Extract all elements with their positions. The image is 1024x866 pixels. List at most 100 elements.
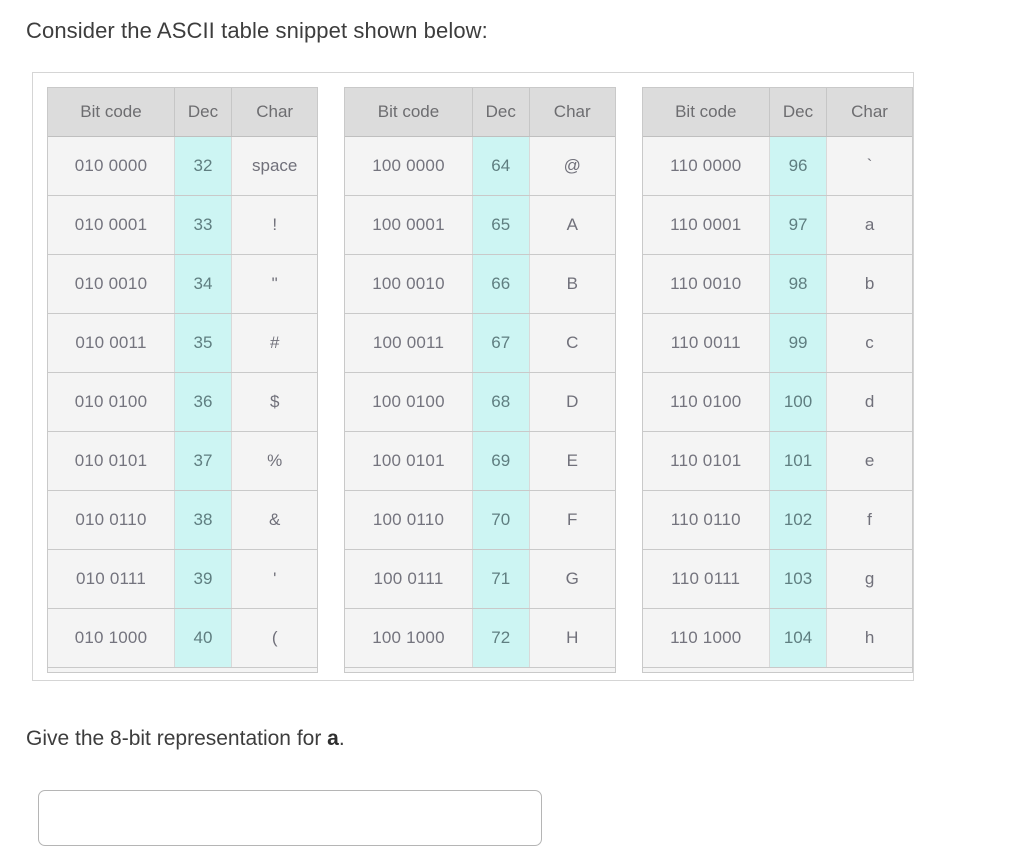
table-row: 110 0011 99 c (642, 313, 912, 373)
cell-bit-code: 110 1000 (642, 608, 770, 668)
prompt-intro-text: Consider the ASCII table snippet shown b… (26, 18, 488, 43)
ascii-table: Bit code Dec Char 100 0000 64 @100 0001 65 A 100… (345, 88, 615, 668)
table-row: 100 0010 66 B (345, 254, 615, 314)
cell-char: space (231, 136, 318, 196)
cell-bit-code: 010 0100 (48, 372, 175, 432)
cell-bit-code: 110 0101 (642, 431, 770, 491)
cell-bit-code: 100 0111 (345, 549, 473, 609)
table-row: 100 0110 70 F (345, 490, 615, 550)
cell-bit-code: 010 0110 (48, 490, 175, 550)
table-header-row: Bit code Dec Char (345, 88, 615, 137)
cell-dec: 72 (472, 608, 530, 668)
cell-dec: 102 (769, 490, 828, 550)
table-row: 100 0000 64 @ (345, 136, 615, 196)
cell-dec: 67 (472, 313, 530, 373)
table-row: 010 0101 37% (48, 431, 318, 491)
cell-char: g (826, 549, 912, 609)
answer-input[interactable] (38, 790, 542, 846)
table-row: 110 0000 96 ` (642, 136, 912, 196)
cell-char: a (826, 195, 912, 255)
table-header-row: Bit code Dec Char (48, 88, 318, 137)
cell-bit-code: 010 0011 (48, 313, 175, 373)
ascii-table: Bit code Dec Char 010 0000 32 space 010 0001 33… (48, 88, 318, 668)
table-row: 110 0101 101 e (642, 431, 912, 491)
cell-char: b (826, 254, 912, 314)
column-header-bit-code: Bit code (345, 88, 473, 137)
table-row: 100 0001 65 A (345, 195, 615, 255)
cell-char: h (826, 608, 912, 668)
cell-dec: 71 (472, 549, 530, 609)
column-header-dec: Dec (472, 88, 530, 137)
table-row: 010 0100 36 $ (48, 372, 318, 432)
cell-dec: 97 (769, 195, 828, 255)
ascii-tables-row: Bit code Dec Char 010 0000 32 space 010 0001 33… (33, 73, 913, 673)
table-row: 110 0001 97 a (642, 195, 912, 255)
cell-dec: 34 (174, 254, 233, 314)
cell-bit-code: 010 0001 (48, 195, 175, 255)
cell-char: B (529, 254, 615, 314)
cell-dec: 66 (472, 254, 530, 314)
table-row: 010 0000 32 space (48, 136, 318, 196)
column-header-bit-code: Bit code (642, 88, 770, 137)
table-row: 100 0100 68 D (345, 372, 615, 432)
cell-char: C (529, 313, 615, 373)
cell-bit-code: 100 0011 (345, 313, 473, 373)
table-row: 010 0001 33! (48, 195, 318, 255)
cell-char: ` (826, 136, 912, 196)
ascii-table-container-1: Bit code Dec Char 010 0000 32 space 010 0001 33… (47, 87, 319, 673)
table-header-row: Bit code Dec Char (642, 88, 912, 137)
table-row: 110 0110 102 f (642, 490, 912, 550)
table-row: 100 0011 67 C (345, 313, 615, 373)
table-row: 010 0110 38 & (48, 490, 318, 550)
question-page: Consider the ASCII table snippet shown b… (0, 0, 1024, 866)
cell-char: H (529, 608, 615, 668)
cell-dec: 37 (174, 431, 233, 491)
cell-bit-code: 010 0101 (48, 431, 175, 491)
table-row: 100 1000 72 H (345, 608, 615, 668)
column-header-dec: Dec (174, 88, 233, 137)
table-row: 010 1000 40( (48, 608, 318, 668)
table-row: 110 1000 104 h (642, 608, 912, 668)
ascii-tables-frame: Bit code Dec Char 010 0000 32 space 010 0001 33… (32, 72, 914, 681)
cell-dec: 69 (472, 431, 530, 491)
cell-dec: 98 (769, 254, 828, 314)
cell-dec: 64 (472, 136, 530, 196)
cell-char: F (529, 490, 615, 550)
cell-char: & (231, 490, 318, 550)
cell-dec: 39 (174, 549, 233, 609)
cell-bit-code: 100 0001 (345, 195, 473, 255)
cell-dec: 35 (174, 313, 233, 373)
cell-bit-code: 110 0000 (642, 136, 770, 196)
cell-char: f (826, 490, 912, 550)
cell-bit-code: 010 0010 (48, 254, 175, 314)
cell-char: ( (231, 608, 318, 668)
question-suffix: . (338, 727, 345, 750)
ascii-table: Bit code Dec Char 110 0000 96 ` 110 0001 97 a 110… (642, 88, 912, 668)
cell-char: ' (231, 549, 318, 609)
table-row: 110 0010 98 b (642, 254, 912, 314)
cell-dec: 104 (769, 608, 828, 668)
cell-bit-code: 110 0100 (642, 372, 770, 432)
cell-bit-code: 110 0011 (642, 313, 770, 373)
cell-bit-code: 100 1000 (345, 608, 473, 668)
cell-char: e (826, 431, 912, 491)
cell-dec: 96 (769, 136, 828, 196)
cell-char: c (826, 313, 912, 373)
column-header-char: Char (231, 88, 318, 137)
cell-char: D (529, 372, 615, 432)
question-prefix: Give the 8-bit representation for (26, 727, 328, 750)
cell-char: d (826, 372, 912, 432)
cell-char: G (529, 549, 615, 609)
cell-char: ! (231, 195, 318, 255)
cell-bit-code: 110 0111 (642, 549, 770, 609)
cell-bit-code: 110 0010 (642, 254, 770, 314)
table-row: 110 0111 103 g (642, 549, 912, 609)
cell-dec: 99 (769, 313, 828, 373)
ascii-table-container-2: Bit code Dec Char 100 0000 64 @100 0001 65 A 100… (344, 87, 616, 673)
table-row: 010 0010 34 " (48, 254, 318, 314)
cell-bit-code: 010 0000 (48, 136, 175, 196)
table-row: 110 0100 100 d (642, 372, 912, 432)
cell-dec: 101 (769, 431, 828, 491)
question-target-char: a (327, 727, 339, 750)
cell-dec: 68 (472, 372, 530, 432)
